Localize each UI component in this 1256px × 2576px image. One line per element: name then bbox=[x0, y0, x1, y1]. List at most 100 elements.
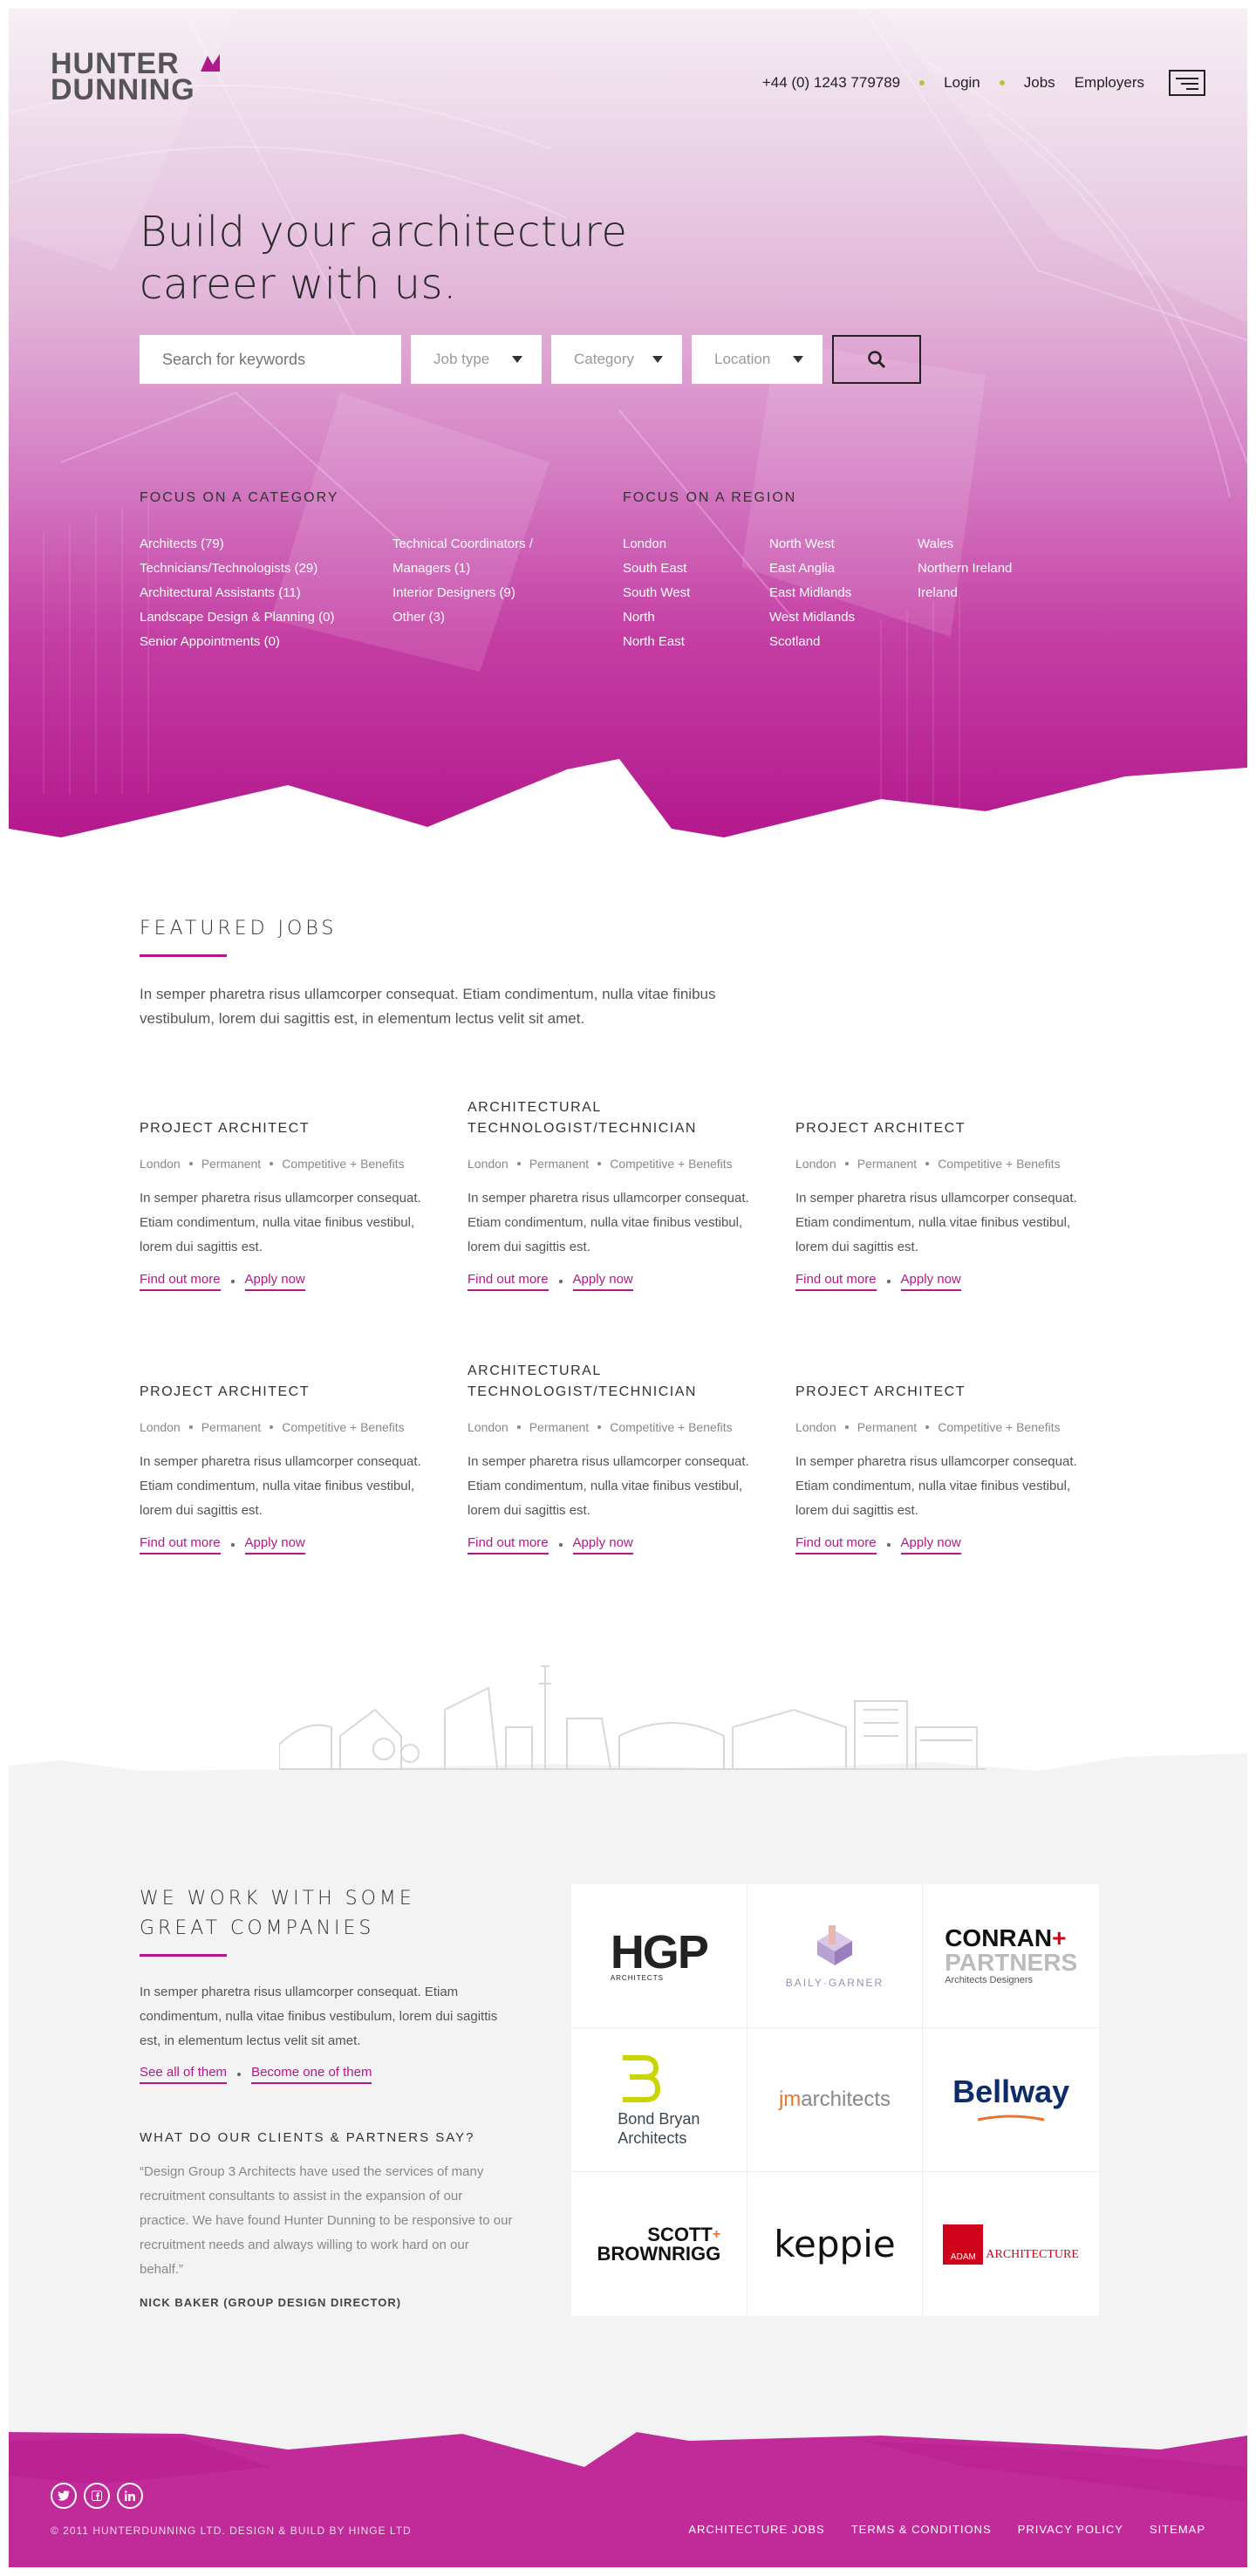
find-out-more-link[interactable]: Find out more bbox=[468, 1272, 549, 1291]
find-out-more-link[interactable]: Find out more bbox=[140, 1535, 221, 1554]
region-link[interactable]: Wales bbox=[918, 532, 1066, 557]
hamburger-menu-icon[interactable] bbox=[1169, 70, 1205, 96]
job-links: Find out more Apply now bbox=[468, 1535, 764, 1554]
jm-architects-logo[interactable]: jmarchitects bbox=[747, 2028, 924, 2172]
top-navigation: +44 (0) 1243 779789 Login Jobs Employers bbox=[743, 70, 1205, 96]
footer-link-architecture-jobs[interactable]: ARCHITECTURE JOBS bbox=[688, 2523, 824, 2536]
facebook-icon[interactable] bbox=[84, 2483, 110, 2509]
link-separator-dot bbox=[230, 1543, 235, 1547]
twitter-icon[interactable] bbox=[51, 2483, 77, 2509]
hero-title: Build your architecture career with us. bbox=[140, 206, 680, 311]
job-links: Find out more Apply now bbox=[468, 1272, 764, 1291]
nav-jobs[interactable]: Jobs bbox=[1024, 74, 1055, 92]
job-title[interactable]: ARCHITECTURAL TECHNOLOGIST/TECHNICIAN bbox=[468, 1361, 764, 1403]
category-link[interactable]: Architects (79) bbox=[140, 532, 392, 557]
link-separator-dot bbox=[558, 1543, 563, 1547]
region-list-3: Wales Northern Ireland Ireland bbox=[918, 532, 1066, 654]
companies-links: See all of them Become one of them bbox=[140, 2065, 372, 2084]
region-link[interactable]: Northern Ireland bbox=[918, 557, 1066, 581]
footer-link-terms[interactable]: TERMS & CONDITIONS bbox=[851, 2523, 992, 2536]
apply-now-link[interactable]: Apply now bbox=[244, 1272, 305, 1291]
region-link[interactable]: East Anglia bbox=[769, 557, 918, 581]
job-salary: Competitive + Benefits bbox=[610, 1420, 733, 1434]
footer-link-sitemap[interactable]: SITEMAP bbox=[1150, 2523, 1205, 2536]
job-description: In semper pharetra risus ullamcorper con… bbox=[795, 1454, 1077, 1518]
job-card: ARCHITECTURAL TECHNOLOGIST/TECHNICIAN Lon… bbox=[468, 1097, 764, 1291]
companies-title: WE WORK WITH SOME GREAT COMPANIES bbox=[140, 1884, 415, 1944]
category-link[interactable]: Architectural Assistants (11) bbox=[140, 581, 392, 605]
region-link[interactable]: Scotland bbox=[769, 630, 918, 654]
linkedin-icon[interactable] bbox=[117, 2483, 143, 2509]
job-title[interactable]: ARCHITECTURAL TECHNOLOGIST/TECHNICIAN bbox=[468, 1097, 764, 1139]
bond-bryan-logo[interactable]: Bond Bryan Architects bbox=[571, 2028, 747, 2172]
search-button[interactable] bbox=[832, 335, 921, 384]
region-link[interactable]: Ireland bbox=[918, 581, 1066, 605]
category-link[interactable]: Landscape Design & Planning (0) bbox=[140, 605, 392, 630]
category-link[interactable]: Senior Appointments (0) bbox=[140, 630, 392, 654]
hunter-dunning-logo[interactable]: HUNTER DUNNING bbox=[51, 49, 225, 106]
apply-now-link[interactable]: Apply now bbox=[900, 1272, 961, 1291]
conran-logo-text: CONRAN bbox=[945, 1924, 1053, 1951]
hgp-logo-text: HGP bbox=[610, 1925, 709, 1978]
meta-separator-dot bbox=[270, 1162, 274, 1165]
see-all-companies-link[interactable]: See all of them bbox=[140, 2065, 228, 2084]
category-list-1: Architects (79) Technicians/Technologist… bbox=[140, 532, 392, 654]
region-link[interactable]: London bbox=[623, 532, 769, 557]
hgp-architects-logo[interactable]: HGP ARCHITECTS bbox=[571, 1884, 747, 2028]
find-out-more-link[interactable]: Find out more bbox=[140, 1272, 221, 1291]
nav-employers[interactable]: Employers bbox=[1075, 74, 1144, 92]
region-link[interactable]: East Midlands bbox=[769, 581, 918, 605]
job-card: ARCHITECTURAL TECHNOLOGIST/TECHNICIAN Lon… bbox=[468, 1361, 764, 1554]
category-link[interactable]: Technical Coordinators / bbox=[392, 532, 602, 557]
job-type: Permanent bbox=[201, 1420, 262, 1434]
region-link[interactable]: South West bbox=[623, 581, 769, 605]
baily-garner-logo[interactable]: BAILY·GARNER bbox=[747, 1884, 924, 2028]
job-title[interactable]: PROJECT ARCHITECT bbox=[140, 1361, 436, 1403]
region-link[interactable]: West Midlands bbox=[769, 605, 918, 630]
conran-partners-logo[interactable]: CONRAN+ PARTNERS Architects Designers bbox=[923, 1884, 1099, 2028]
focus-region: FOCUS ON A REGION London South East Sout… bbox=[623, 490, 1066, 654]
keyword-search-input[interactable] bbox=[140, 335, 401, 384]
footer-link-privacy[interactable]: PRIVACY POLICY bbox=[1018, 2523, 1123, 2536]
find-out-more-link[interactable]: Find out more bbox=[795, 1535, 877, 1554]
job-title-text: ARCHITECTURAL TECHNOLOGIST/TECHNICIAN bbox=[468, 1363, 697, 1399]
job-title-text: PROJECT ARCHITECT bbox=[795, 1121, 966, 1136]
jm-rest: architects bbox=[801, 2087, 891, 2111]
region-link[interactable]: North bbox=[623, 605, 769, 630]
job-title-text: ARCHITECTURAL TECHNOLOGIST/TECHNICIAN bbox=[468, 1100, 697, 1136]
job-type-select[interactable]: Job type bbox=[411, 335, 542, 384]
category-link[interactable]: Other (3) bbox=[392, 605, 602, 630]
region-link[interactable]: North West bbox=[769, 532, 918, 557]
meta-separator-dot bbox=[270, 1425, 274, 1429]
category-link[interactable]: Interior Designers (9) bbox=[392, 581, 602, 605]
find-out-more-link[interactable]: Find out more bbox=[795, 1272, 877, 1291]
logo-mark-icon bbox=[201, 54, 220, 72]
nav-login[interactable]: Login bbox=[944, 74, 980, 92]
become-partner-link[interactable]: Become one of them bbox=[251, 2065, 372, 2084]
region-list-2: North West East Anglia East Midlands Wes… bbox=[769, 532, 918, 654]
location-select[interactable]: Location bbox=[692, 335, 823, 384]
phone-number[interactable]: +44 (0) 1243 779789 bbox=[762, 74, 900, 92]
meta-separator-dot bbox=[516, 1425, 521, 1429]
apply-now-link[interactable]: Apply now bbox=[572, 1272, 633, 1291]
apply-now-link[interactable]: Apply now bbox=[572, 1535, 633, 1554]
keppie-logo[interactable]: keppie bbox=[747, 2172, 924, 2316]
category-link[interactable]: Managers (1) bbox=[392, 557, 602, 581]
meta-separator-dot bbox=[188, 1425, 193, 1429]
bellway-logo[interactable]: Bellway bbox=[923, 2028, 1099, 2172]
category-select[interactable]: Category bbox=[551, 335, 682, 384]
job-title[interactable]: PROJECT ARCHITECT bbox=[140, 1097, 436, 1139]
job-title[interactable]: PROJECT ARCHITECT bbox=[795, 1361, 1092, 1403]
region-link[interactable]: South East bbox=[623, 557, 769, 581]
category-link[interactable]: Technicians/Technologists (29) bbox=[140, 557, 392, 581]
job-title[interactable]: PROJECT ARCHITECT bbox=[795, 1097, 1092, 1139]
region-link[interactable]: North East bbox=[623, 630, 769, 654]
scott-brownrigg-logo[interactable]: SCOTT+ BROWNRIGG bbox=[571, 2172, 747, 2316]
apply-now-link[interactable]: Apply now bbox=[244, 1535, 305, 1554]
link-separator-dot bbox=[886, 1280, 891, 1283]
find-out-more-link[interactable]: Find out more bbox=[468, 1535, 549, 1554]
apply-now-link[interactable]: Apply now bbox=[900, 1535, 961, 1554]
job-type-label: Job type bbox=[433, 351, 490, 367]
adam-architecture-logo[interactable]: ADAM ARCHITECTURE bbox=[923, 2172, 1099, 2316]
logo-line-2: DUNNING bbox=[51, 73, 195, 106]
